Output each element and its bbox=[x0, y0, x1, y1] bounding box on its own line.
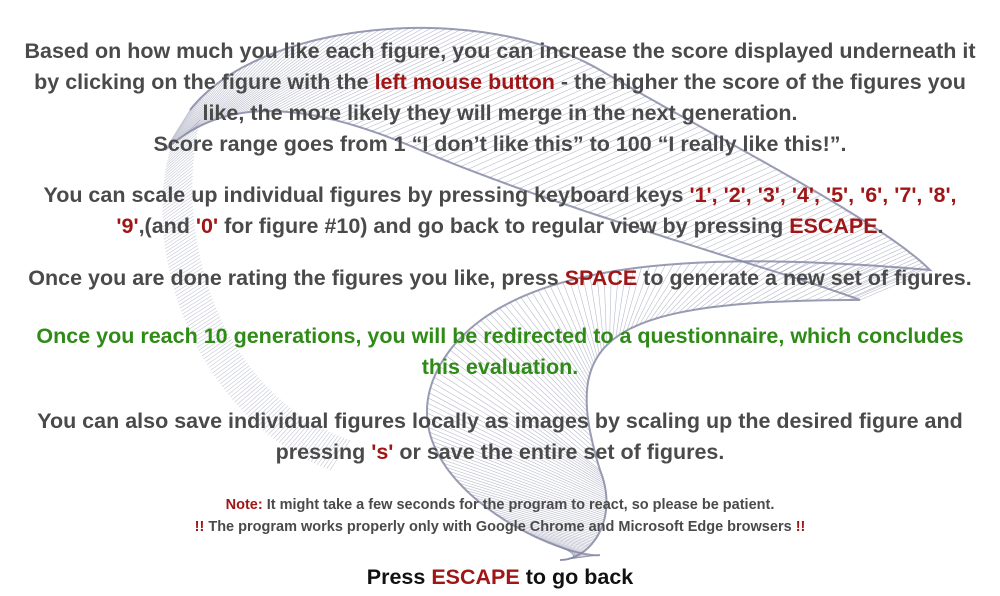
warning-mark-left: !! bbox=[194, 519, 205, 535]
generations-notice: Once you reach 10 generations, you will … bbox=[36, 324, 964, 348]
note-label: Note: bbox=[225, 497, 263, 513]
browser-warning: !! The program works properly only with … bbox=[194, 519, 806, 535]
instruction-line: Score range goes from 1 “I don’t like th… bbox=[153, 132, 847, 156]
instruction-line: Based on how much you like each figure, … bbox=[24, 39, 976, 63]
space-key-highlight: SPACE bbox=[564, 266, 638, 290]
instruction-line: pressing 's' or save the entire set of f… bbox=[275, 440, 725, 464]
key-9-highlight: '9' bbox=[116, 214, 139, 238]
instruction-line: Once you are done rating the figures you… bbox=[28, 266, 972, 290]
left-mouse-button-highlight: left mouse button bbox=[374, 70, 555, 94]
footer-escape-key: ESCAPE bbox=[431, 565, 520, 589]
note-line: Note: It might take a few seconds for th… bbox=[225, 497, 775, 513]
warning-mark-right: !! bbox=[795, 519, 806, 535]
instruction-line: like, the more likely they will merge in… bbox=[202, 101, 798, 125]
s-key-highlight: 's' bbox=[371, 440, 394, 464]
key-list-highlight: '1', '2', '3', '4', '5', '6', '7', '8', bbox=[689, 183, 957, 207]
key-0-highlight: '0' bbox=[195, 214, 219, 238]
escape-key-highlight: ESCAPE bbox=[789, 214, 878, 238]
instruction-line: '9',(and '0' for figure #10) and go back… bbox=[116, 214, 884, 238]
instruction-line: You can scale up individual figures by p… bbox=[43, 183, 957, 207]
instruction-line: by clicking on the figure with the left … bbox=[34, 70, 966, 94]
instruction-line: You can also save individual figures loc… bbox=[37, 409, 963, 433]
press-escape-footer: Press ESCAPE to go back bbox=[366, 565, 634, 589]
generations-notice: this evaluation. bbox=[421, 355, 579, 379]
